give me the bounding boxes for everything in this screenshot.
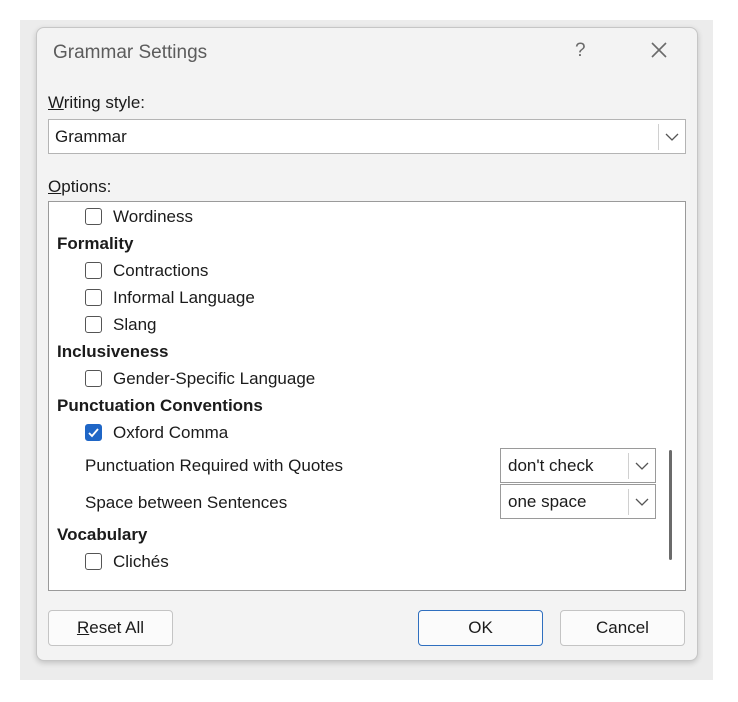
oxford-comma-checkbox[interactable]	[85, 424, 102, 441]
category-punctuation: Punctuation Conventions	[57, 396, 263, 415]
option-oxford-comma[interactable]: Oxford Comma	[85, 423, 228, 443]
close-icon[interactable]	[647, 38, 671, 62]
category-inclusiveness: Inclusiveness	[57, 342, 169, 361]
option-informal-language[interactable]: Informal Language	[85, 288, 255, 308]
informal-language-checkbox[interactable]	[85, 289, 102, 306]
chevron-down-icon	[658, 124, 685, 150]
punct-quotes-label: Punctuation Required with Quotes	[85, 456, 343, 475]
reset-all-button[interactable]: Reset All	[48, 610, 173, 646]
gender-specific-checkbox[interactable]	[85, 370, 102, 387]
contractions-checkbox[interactable]	[85, 262, 102, 279]
option-gender-specific-language[interactable]: Gender-Specific Language	[85, 369, 315, 389]
grammar-settings-dialog: Grammar Settings ? Writing style: Gramma…	[36, 27, 698, 661]
options-list[interactable]: Wordiness Formality Contractions Informa…	[48, 201, 686, 591]
slang-checkbox[interactable]	[85, 316, 102, 333]
category-vocabulary: Vocabulary	[57, 525, 148, 544]
scrollbar-thumb[interactable]	[669, 450, 672, 560]
cancel-button[interactable]: Cancel	[560, 610, 685, 646]
punct-quotes-dropdown[interactable]: don't check	[500, 448, 656, 483]
option-slang[interactable]: Slang	[85, 315, 156, 335]
category-formality: Formality	[57, 234, 134, 253]
options-label: Options:	[48, 177, 112, 196]
chevron-down-icon	[628, 453, 655, 479]
writing-style-value: Grammar	[55, 127, 127, 146]
option-contractions[interactable]: Contractions	[85, 261, 208, 281]
writing-style-label: Writing style:	[48, 93, 145, 112]
writing-style-dropdown[interactable]: Grammar	[48, 119, 686, 154]
cliches-checkbox[interactable]	[85, 553, 102, 570]
wordiness-checkbox[interactable]	[85, 208, 102, 225]
option-cliches[interactable]: Clichés	[85, 552, 169, 572]
ok-button[interactable]: OK	[418, 610, 543, 646]
option-wordiness[interactable]: Wordiness	[85, 207, 193, 227]
space-sentences-label: Space between Sentences	[85, 493, 288, 512]
dialog-title: Grammar Settings	[53, 42, 208, 63]
chevron-down-icon	[628, 489, 655, 515]
space-sentences-dropdown[interactable]: one space	[500, 484, 656, 519]
help-button[interactable]: ?	[575, 40, 586, 62]
